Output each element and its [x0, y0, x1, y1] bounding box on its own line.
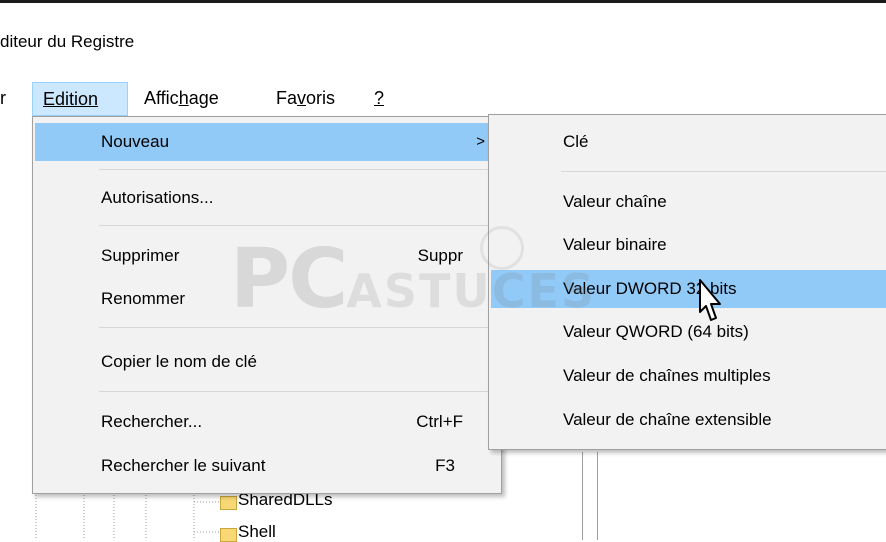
- submenu-item-cle[interactable]: Clé: [491, 123, 886, 161]
- submenu-arrow-icon: >: [476, 133, 485, 150]
- edition-dropdown-menu: Nouveau > Autorisations... Supprimer Sup…: [32, 116, 502, 494]
- menubar-item-affichage[interactable]: Affichage: [144, 82, 264, 116]
- submenu-item-valeur-qword[interactable]: Valeur QWORD (64 bits): [491, 313, 886, 351]
- menu-separator: [99, 327, 497, 328]
- menu-separator: [99, 391, 497, 392]
- submenu-item-valeur-binaire[interactable]: Valeur binaire: [491, 226, 886, 264]
- menubar-item-aide[interactable]: ?: [374, 82, 394, 116]
- menu-item-renommer[interactable]: Renommer: [35, 280, 499, 318]
- shortcut-label: F3: [435, 456, 455, 475]
- tree-node-shell[interactable]: Shell: [238, 522, 276, 542]
- folder-icon: [220, 496, 237, 510]
- menu-item-rechercher[interactable]: Rechercher... Ctrl+F: [35, 403, 499, 441]
- menu-item-nouveau[interactable]: Nouveau >: [35, 123, 499, 161]
- menubar-item-fichier[interactable]: r: [0, 82, 18, 116]
- pointer-cursor-icon: [699, 279, 721, 321]
- submenu-item-valeur-chaine[interactable]: Valeur chaîne: [491, 183, 886, 221]
- window-top-border: [0, 0, 886, 3]
- pane-splitter[interactable]: [582, 452, 598, 540]
- menu-item-autorisations[interactable]: Autorisations...: [35, 179, 499, 217]
- menu-item-rechercher-suivant[interactable]: Rechercher le suivant F3: [35, 447, 499, 485]
- nouveau-submenu: Clé Valeur chaîne Valeur binaire Valeur …: [488, 114, 886, 450]
- submenu-item-valeur-chaine-extensible[interactable]: Valeur de chaîne extensible: [491, 401, 886, 439]
- menubar-item-favoris[interactable]: Favoris: [276, 82, 356, 116]
- shortcut-label: Ctrl+F: [416, 412, 463, 431]
- shortcut-label: Suppr: [417, 246, 463, 265]
- menu-item-supprimer[interactable]: Supprimer Suppr: [35, 237, 499, 275]
- menu-item-copier-nom-cle[interactable]: Copier le nom de clé: [35, 343, 499, 381]
- menu-separator: [99, 225, 497, 226]
- menubar-item-edition[interactable]: Edition: [32, 82, 128, 116]
- menu-bar: r Edition Affichage Favoris ?: [0, 82, 886, 116]
- menu-separator: [99, 169, 497, 170]
- menu-separator: [561, 171, 886, 172]
- submenu-item-valeur-dword[interactable]: Valeur DWORD 32 bits: [491, 270, 886, 308]
- submenu-item-valeur-chaines-multiples[interactable]: Valeur de chaînes multiples: [491, 357, 886, 395]
- window-title: diteur du Registre: [0, 32, 135, 51]
